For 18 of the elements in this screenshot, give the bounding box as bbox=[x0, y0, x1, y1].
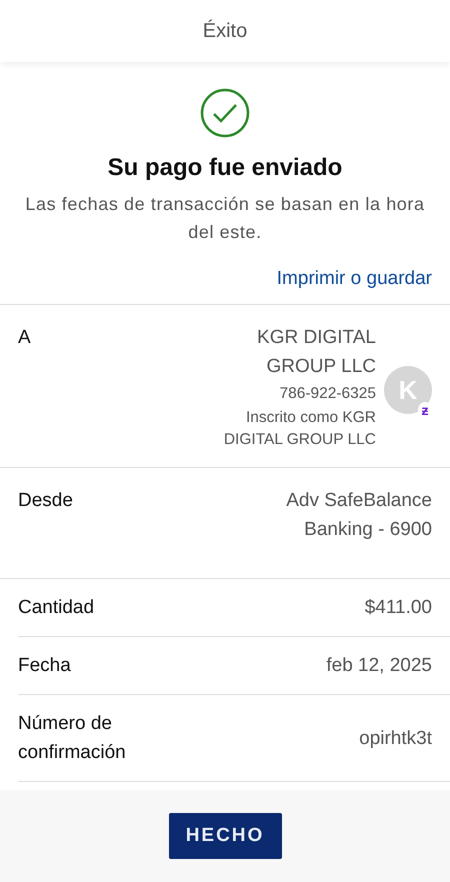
check-circle-icon bbox=[200, 88, 250, 138]
detail-value: Adv SafeBalance Banking - 6900 bbox=[285, 489, 432, 542]
detail-subtext: 786-922-6325 bbox=[279, 384, 376, 404]
detail-label: Desde bbox=[18, 489, 73, 513]
detail-value: $411.00 bbox=[364, 596, 432, 620]
page-title: Éxito bbox=[202, 20, 248, 42]
detail-label: Cantidad bbox=[18, 596, 94, 620]
detail-value: KGR DIGITAL GROUP LLC bbox=[256, 326, 376, 379]
done-button[interactable]: HECHO bbox=[168, 813, 282, 859]
detail-label: A bbox=[18, 326, 31, 350]
print-save-link[interactable]: Imprimir o guardar bbox=[276, 268, 432, 290]
detail-value: opirhtk3t bbox=[359, 726, 432, 750]
detail-label: Fecha bbox=[18, 654, 71, 678]
detail-label: Número de confirmación bbox=[18, 712, 127, 765]
success-heading: Su pago fue enviado bbox=[108, 154, 342, 182]
detail-value: feb 12, 2025 bbox=[326, 654, 432, 678]
timezone-note: Las fechas de transacción se basan en la hora del este. bbox=[24, 193, 426, 244]
detail-subtext: Inscrito como KGR DIGITAL GROUP LLC bbox=[222, 408, 376, 450]
